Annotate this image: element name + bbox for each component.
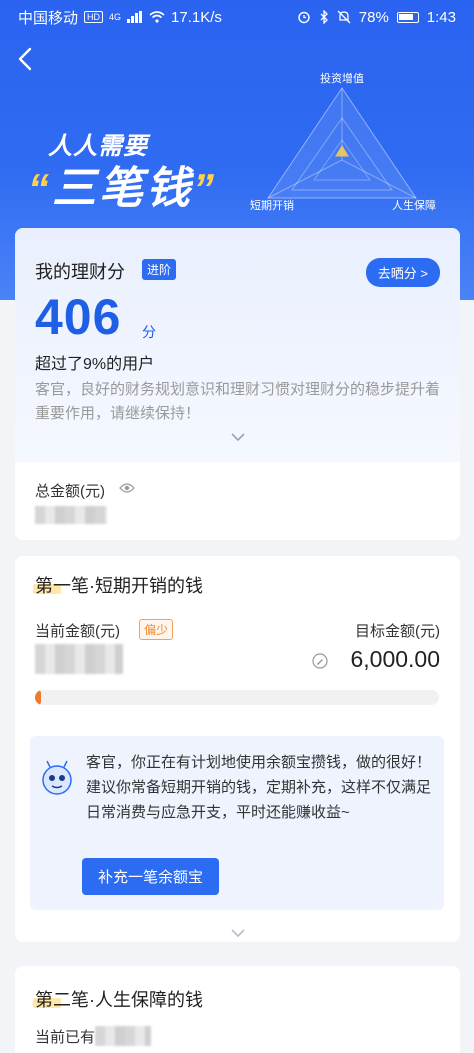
total-amount-masked (35, 506, 107, 524)
alarm-icon (298, 11, 310, 24)
score-card: 我的理财分 进阶 去晒分 > 406 分 超过了9%的用户 客官，良好的财务规划… (15, 228, 460, 540)
score-title: 我的理财分 (35, 262, 125, 282)
battery-icon (396, 11, 419, 23)
percentile-text: 超过了9%的用户 (35, 356, 155, 373)
signal-icon (127, 11, 143, 23)
chevron-down-icon[interactable] (231, 432, 245, 442)
slogan-main: “三笔钱” (28, 152, 217, 216)
mascot-icon (42, 760, 72, 795)
section-short-term-card: 第一笔·短期开销的钱 当前金额(元) 偏少 目标金额(元) 6,000.00 客… (15, 556, 460, 942)
section2-title: 第二笔·人生保障的钱 (35, 990, 203, 1010)
score-unit: 分 (142, 324, 156, 340)
section1-title: 第一笔·短期开销的钱 (35, 576, 203, 596)
progress-fill (35, 690, 42, 705)
radar-label-protection: 人生保障 (392, 200, 436, 212)
back-arrow-icon[interactable] (14, 46, 38, 72)
tip-box: 客官，你正在有计划地使用余额宝攒钱，做的很好！建议你常备短期开销的钱，定期补充，… (30, 736, 444, 910)
hd-badge: HD (84, 11, 104, 23)
progress-bar (35, 690, 439, 705)
slogan-main-text: 三笔钱 (52, 164, 193, 213)
section2-current-label: 当前已有 (35, 1029, 96, 1046)
score-card-header: 我的理财分 进阶 去晒分 > 406 分 超过了9%的用户 客官，良好的财务规划… (15, 228, 460, 462)
total-amount-label: 总金额(元) (35, 483, 105, 500)
tip-text: 客官，你正在有计划地使用余额宝攒钱，做的很好！建议你常备短期开销的钱，定期补充，… (86, 754, 432, 821)
net-speed: 17.1K/s (171, 8, 222, 26)
wifi-icon (149, 11, 165, 23)
target-amount-label: 目标金额(元) (355, 623, 440, 640)
slogan-quote-open: “ (28, 165, 52, 212)
radar-chart: 投资增值 短期开销 人生保障 (240, 60, 460, 220)
edit-icon[interactable] (312, 653, 328, 669)
eye-icon[interactable] (119, 482, 135, 494)
advice-text: 客官，良好的财务规划意识和理财习惯对理财分的稳步提升着重要作用，请继续保持！ (35, 381, 441, 422)
mute-icon (337, 10, 351, 24)
target-amount-value: 6,000.00 (350, 646, 440, 672)
current-amount-label: 当前金额(元) (35, 623, 120, 640)
radar-label-short-term: 短期开销 (250, 200, 294, 212)
score-value: 406 (35, 289, 122, 345)
battery-percent: 78% (358, 8, 389, 26)
status-bar: 中国移动 HD 4G 17.1K/s 78% 1:43 (0, 0, 474, 34)
chevron-down-icon[interactable] (231, 928, 245, 938)
status-badge: 偏少 (139, 619, 174, 640)
signal-type: 4G (109, 12, 122, 22)
clock: 1:43 (426, 8, 456, 26)
add-yuebao-button[interactable]: 补充一笔余额宝 (82, 858, 220, 895)
radar-label-invest: 投资增值 (320, 73, 364, 85)
section-protection-card: 第二笔·人生保障的钱 当前已有 (15, 966, 460, 1053)
section2-amount-masked (95, 1026, 151, 1046)
bluetooth-icon (320, 10, 328, 24)
share-score-button[interactable]: 去晒分 > (365, 258, 440, 287)
level-badge: 进阶 (142, 259, 177, 280)
current-amount-masked (35, 644, 123, 674)
slogan-quote-close: ” (193, 165, 217, 212)
carrier-label: 中国移动 (18, 9, 79, 27)
